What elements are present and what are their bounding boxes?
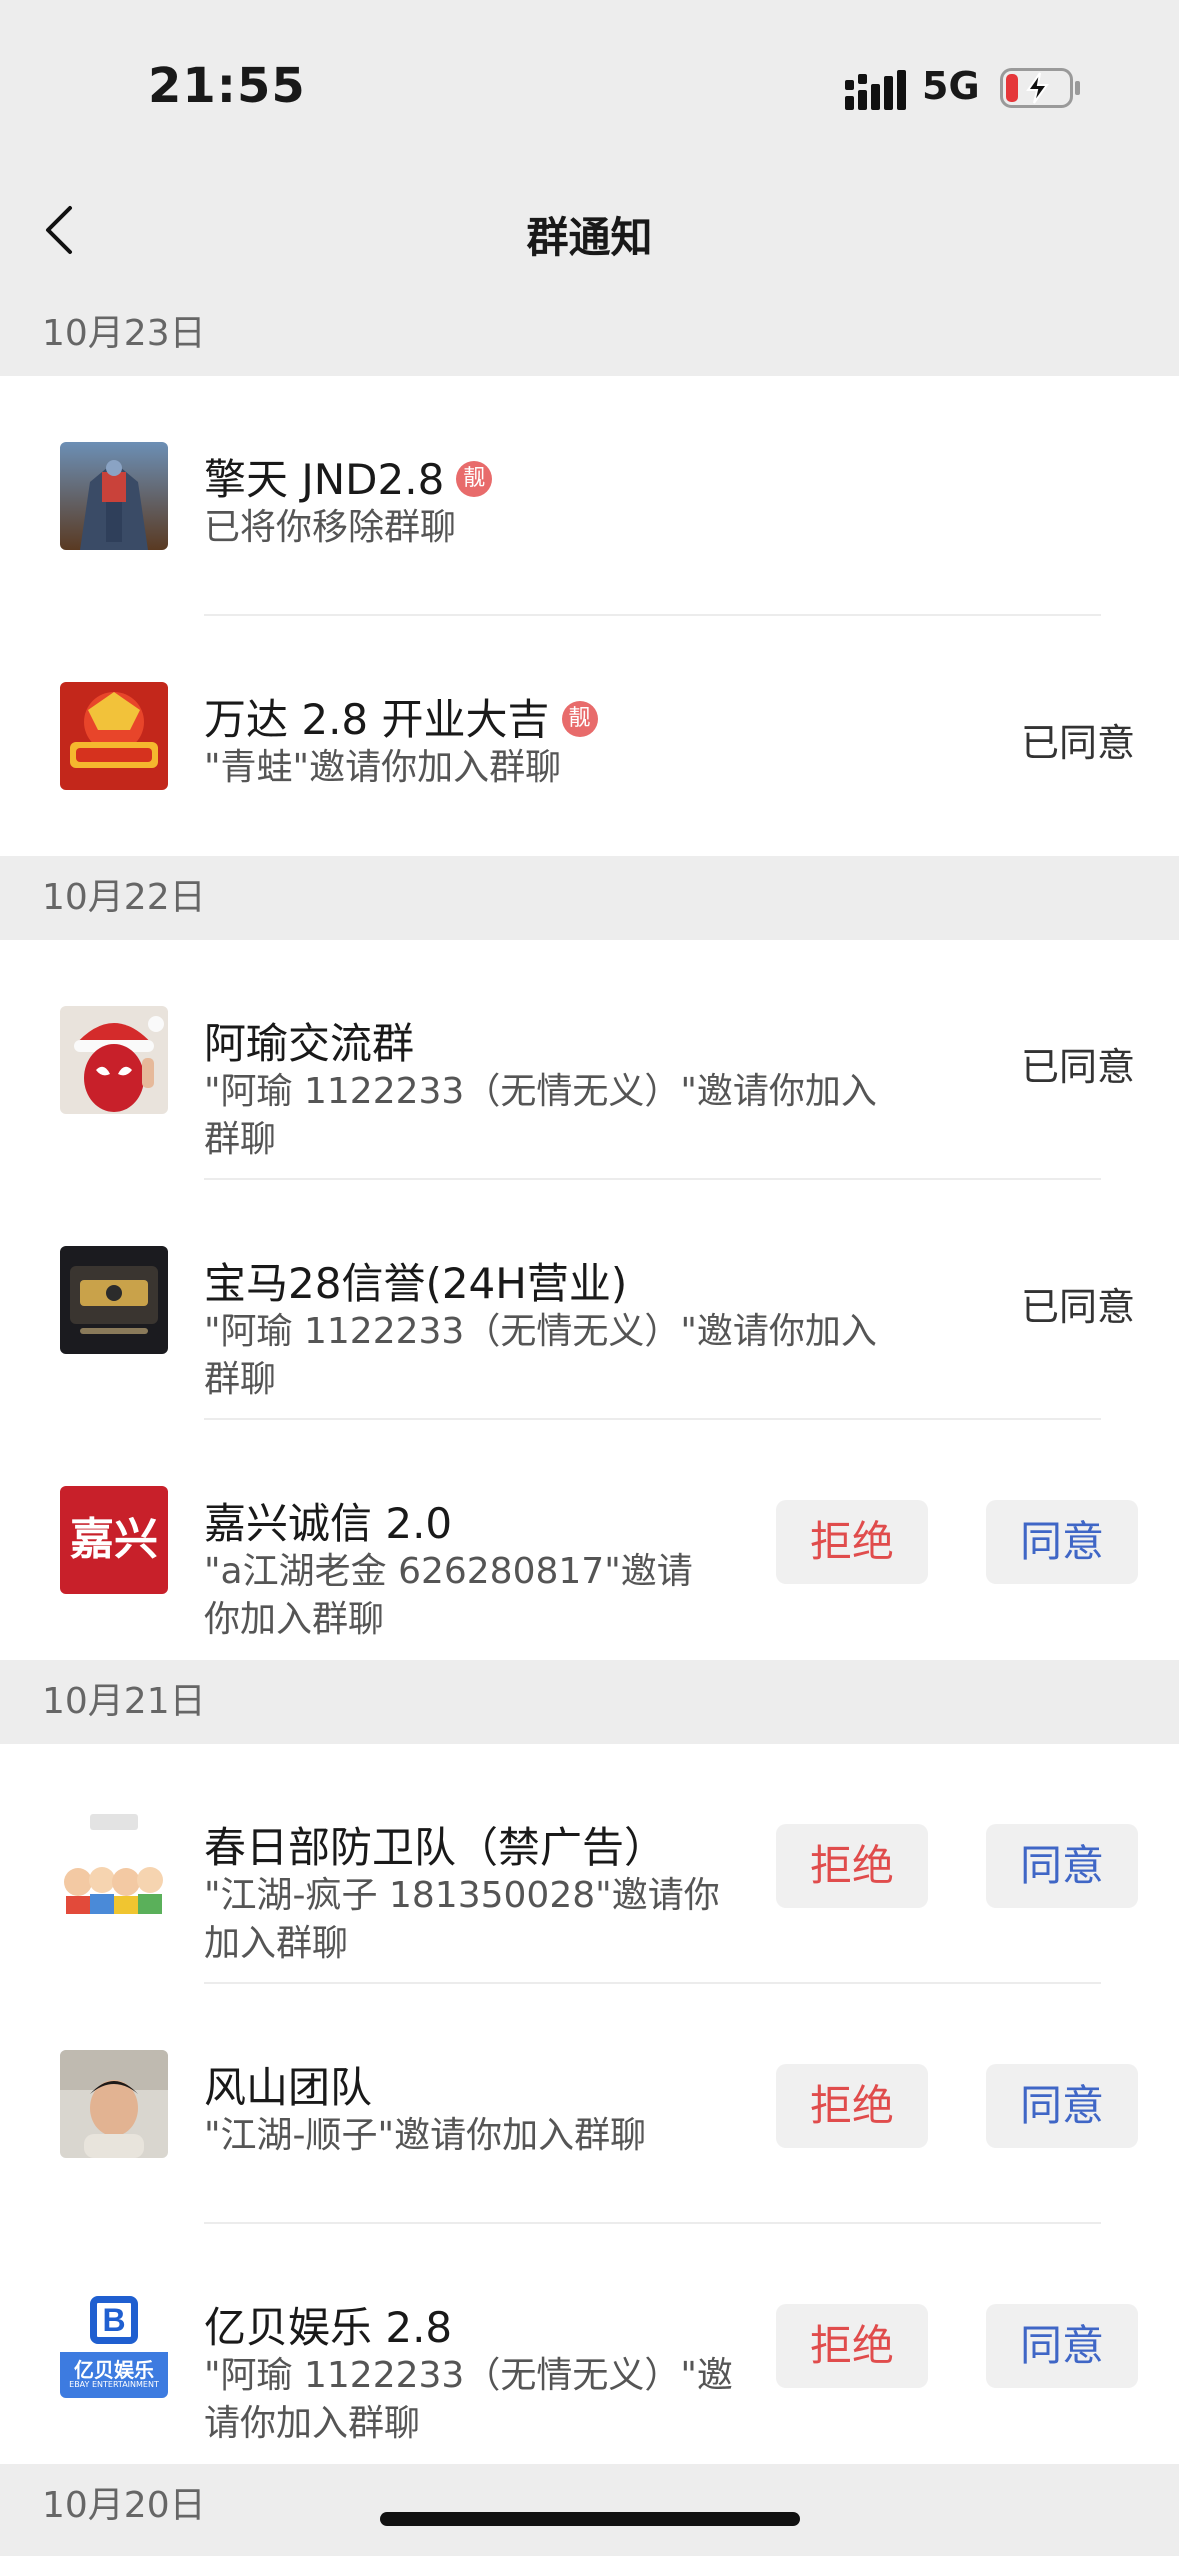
group-avatar: 嘉兴 bbox=[60, 1486, 168, 1594]
group-name: 万达 2.8 开业大吉靓 bbox=[204, 686, 598, 747]
group-name: 嘉兴诚信 2.0 bbox=[204, 1499, 453, 1548]
group-avatar: B 亿贝娱乐 EBAY ENTERTAINMENT bbox=[60, 2290, 168, 2398]
notice-message: 已将你移除群聊 bbox=[204, 507, 457, 548]
accept-button[interactable]: 同意 bbox=[986, 2304, 1138, 2388]
notice-message: "阿瑜 1122233（无情无义）"邀请你加入 群聊 bbox=[204, 1071, 877, 1160]
group-name: 春日部防卫队（禁广告） bbox=[204, 1823, 667, 1872]
reject-button[interactable]: 拒绝 bbox=[776, 2304, 928, 2388]
notice-item[interactable]: B 亿贝娱乐 EBAY ENTERTAINMENT 亿贝娱乐 2.8 "阿瑜 1… bbox=[0, 2224, 1179, 2464]
notice-section: 擎天 JND2.8 靓 已将你移除群聊 万达 2.8 开业大吉靓 "青蛙"邀请你加… bbox=[0, 376, 1179, 856]
home-indicator[interactable] bbox=[380, 2512, 800, 2526]
notice-item[interactable]: 万达 2.8 开业大吉靓 "青蛙"邀请你加入群聊 已同意 bbox=[0, 616, 1179, 856]
group-avatar bbox=[60, 442, 168, 550]
date-header: 10月21日 bbox=[0, 1660, 1179, 1744]
notice-message: "江湖-顺子"邀请你加入群聊 bbox=[204, 2115, 647, 2156]
group-avatar bbox=[60, 1006, 168, 1114]
date-header: 10月20日 bbox=[0, 2464, 1179, 2556]
notice-message: "a江湖老金 626280817"邀请 你加入群聊 bbox=[204, 1551, 693, 1640]
notice-item[interactable]: 春日部防卫队（禁广告） "江湖-疯子 181350028"邀请你 加入群聊 拒绝… bbox=[0, 1744, 1179, 1984]
status-bar: 21:55 5G bbox=[0, 0, 1179, 160]
status-label: 已同意 bbox=[1020, 1285, 1135, 1329]
group-avatar bbox=[60, 682, 168, 790]
group-avatar bbox=[60, 1246, 168, 1354]
notice-section: 阿瑜交流群 "阿瑜 1122233（无情无义）"邀请你加入 群聊 已同意 宝马2… bbox=[0, 940, 1179, 1660]
network-type: 5G bbox=[922, 64, 980, 108]
vip-badge-icon: 靓 bbox=[456, 460, 493, 497]
page-title: 群通知 bbox=[526, 213, 653, 262]
date-header: 10月22日 bbox=[0, 856, 1179, 940]
signal-icon bbox=[845, 70, 906, 110]
group-name: 宝马28信誉(24H营业) bbox=[204, 1259, 628, 1308]
status-label: 已同意 bbox=[1020, 721, 1135, 765]
battery-charging-icon bbox=[1000, 68, 1080, 108]
accept-button[interactable]: 同意 bbox=[986, 1500, 1138, 1584]
status-label: 已同意 bbox=[1020, 1045, 1135, 1089]
notice-item[interactable]: 阿瑜交流群 "阿瑜 1122233（无情无义）"邀请你加入 群聊 已同意 bbox=[0, 940, 1179, 1180]
accept-button[interactable]: 同意 bbox=[986, 2064, 1138, 2148]
notice-section: 春日部防卫队（禁广告） "江湖-疯子 181350028"邀请你 加入群聊 拒绝… bbox=[0, 1744, 1179, 2464]
reject-button[interactable]: 拒绝 bbox=[776, 1824, 928, 1908]
notice-item[interactable]: 风山团队 "江湖-顺子"邀请你加入群聊 拒绝 同意 bbox=[0, 1984, 1179, 2224]
group-name: 阿瑜交流群 bbox=[204, 1019, 415, 1068]
vip-badge-icon: 靓 bbox=[561, 700, 598, 737]
nav-bar: 群通知 bbox=[0, 160, 1179, 300]
group-name: 风山团队 bbox=[204, 2063, 373, 2112]
accept-button[interactable]: 同意 bbox=[986, 1824, 1138, 1908]
reject-button[interactable]: 拒绝 bbox=[776, 2064, 928, 2148]
notice-item[interactable]: 嘉兴 嘉兴诚信 2.0 "a江湖老金 626280817"邀请 你加入群聊 拒绝… bbox=[0, 1420, 1179, 1660]
group-name: 擎天 JND2.8 靓 bbox=[204, 446, 493, 507]
notice-message: "青蛙"邀请你加入群聊 bbox=[204, 747, 562, 788]
notice-item[interactable]: 擎天 JND2.8 靓 已将你移除群聊 bbox=[0, 376, 1179, 616]
group-name: 亿贝娱乐 2.8 bbox=[204, 2303, 453, 2352]
group-avatar bbox=[60, 2050, 168, 2158]
notice-item[interactable]: 宝马28信誉(24H营业) "阿瑜 1122233（无情无义）"邀请你加入 群聊… bbox=[0, 1180, 1179, 1420]
notice-message: "阿瑜 1122233（无情无义）"邀 请你加入群聊 bbox=[204, 2355, 733, 2444]
notice-message: "江湖-疯子 181350028"邀请你 加入群聊 bbox=[204, 1875, 720, 1964]
status-time: 21:55 bbox=[148, 58, 306, 114]
date-header: 10月23日 bbox=[0, 292, 1179, 376]
group-avatar bbox=[60, 1810, 168, 1918]
reject-button[interactable]: 拒绝 bbox=[776, 1500, 928, 1584]
notice-message: "阿瑜 1122233（无情无义）"邀请你加入 群聊 bbox=[204, 1311, 877, 1400]
